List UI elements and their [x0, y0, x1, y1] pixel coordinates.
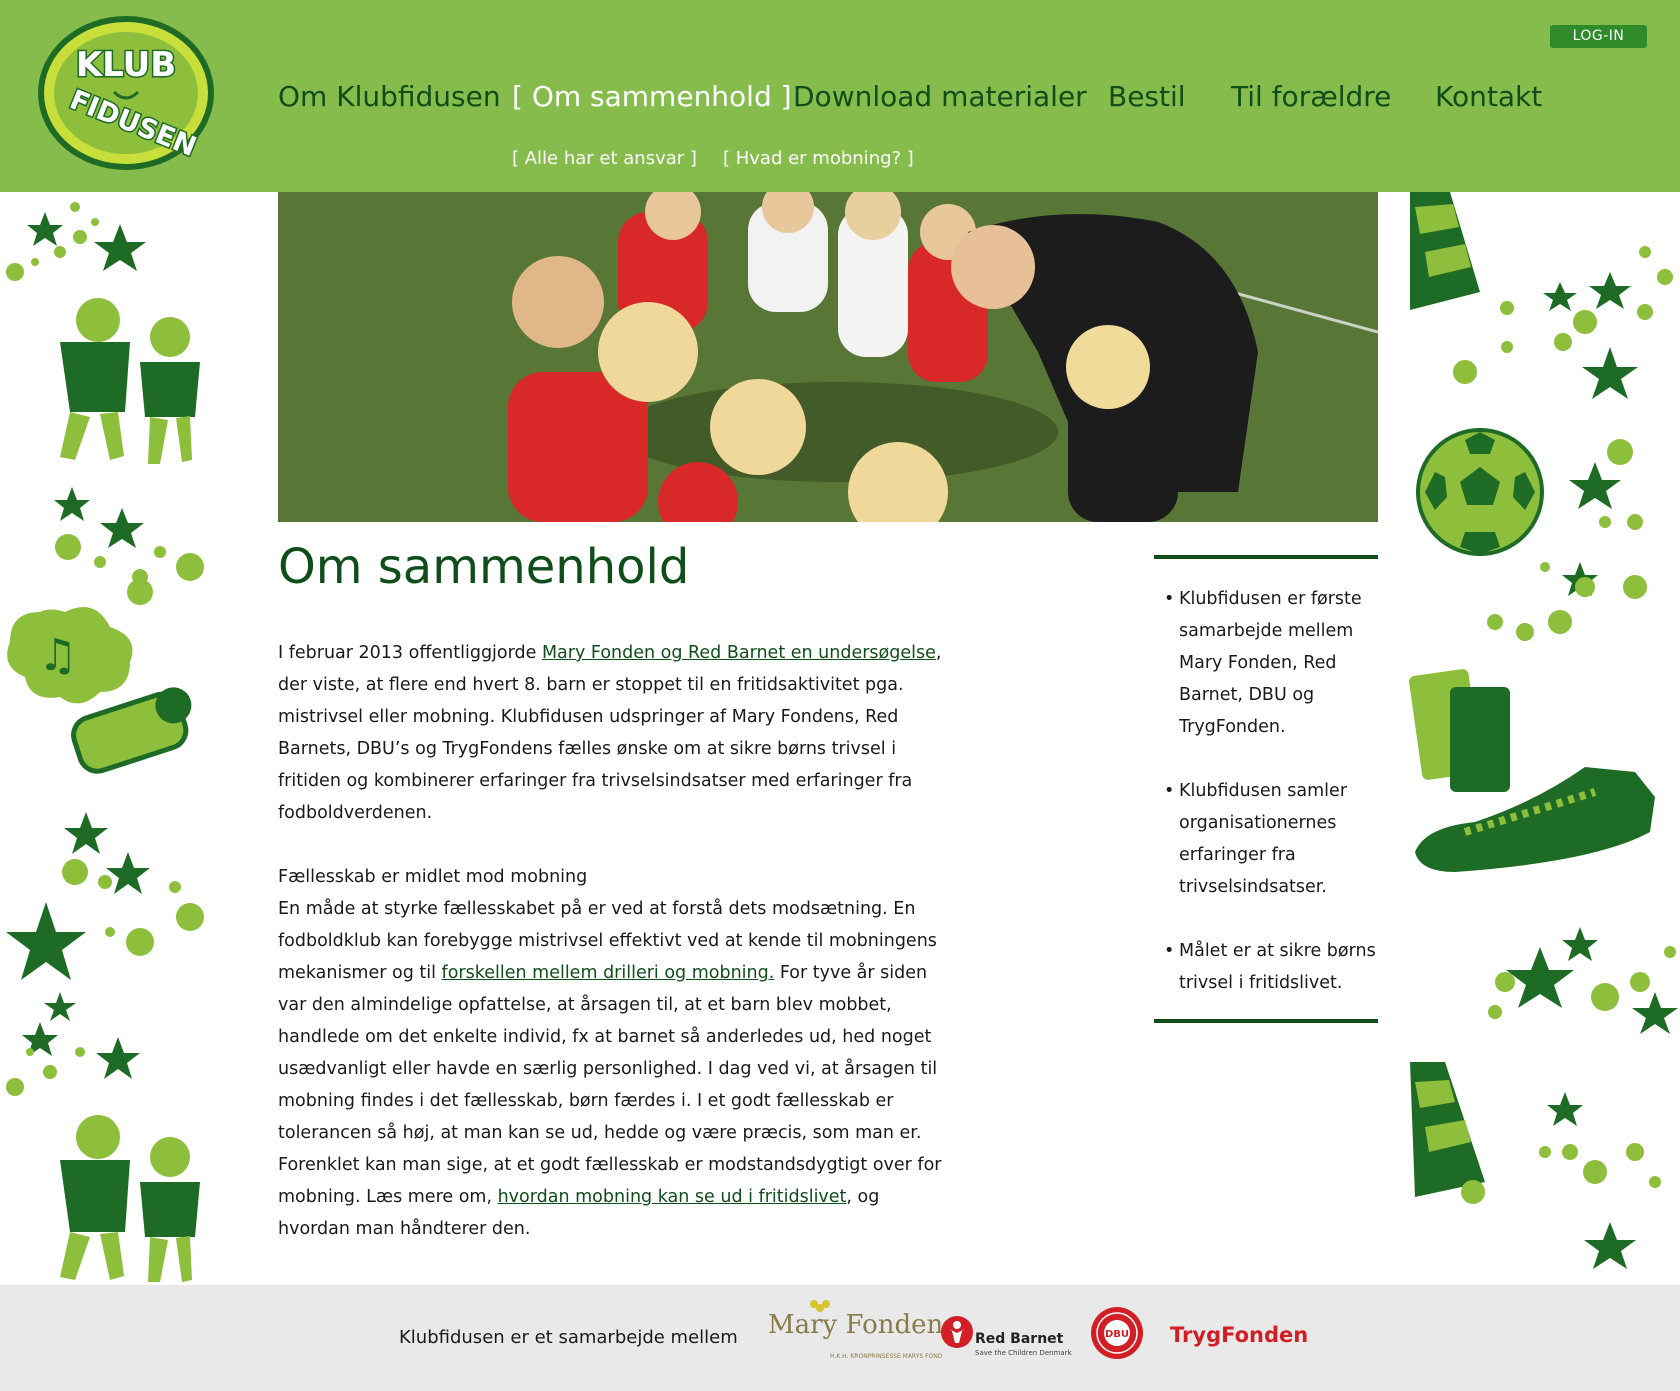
cone-icon	[1410, 1062, 1485, 1197]
site-footer: Klubfidusen er et samarbejde mellem Mary…	[0, 1285, 1680, 1391]
music-cloud-icon: ♫	[7, 607, 133, 704]
red-barnet-logo-icon[interactable]	[940, 1315, 974, 1349]
nav-bestil[interactable]: Bestil	[1108, 80, 1186, 113]
red-barnet-name: Red Barnet	[975, 1331, 1064, 1347]
star-icon	[27, 212, 63, 246]
star-icon	[94, 224, 146, 271]
sidebar-item: Klubfidusen er første samarbejde mellem …	[1164, 583, 1378, 743]
subnav-hvad-er-mobning[interactable]: [ Hvad er mobning? ]	[723, 148, 914, 169]
mary-fonden-subtitle: H.K.H. KRONPRINSESSE MARYS FOND	[830, 1353, 943, 1360]
soccer-ball-icon	[1416, 428, 1544, 556]
right-decoration	[1409, 192, 1678, 1269]
main-content: Om sammenhold I februar 2013 offentliggj…	[278, 530, 948, 1245]
star-icon	[64, 812, 108, 854]
nav-om-klubfidusen[interactable]: Om Klubfidusen	[278, 80, 501, 113]
star-icon	[1569, 462, 1621, 509]
star-icon	[96, 1037, 140, 1079]
subnav-alle-har-et-ansvar[interactable]: [ Alle har et ansvar ]	[512, 148, 697, 169]
site-header: KLUB FIDUSEN LOG-IN Om Klubfidusen [ Om …	[0, 0, 1680, 192]
flower-icon	[810, 1300, 830, 1312]
page-title: Om sammenhold	[278, 539, 690, 595]
partner-trygfonden-logo[interactable]: TrygFonden	[1170, 1323, 1308, 1347]
sidebar-facts: Klubfidusen er første samarbejde mellem …	[1154, 555, 1378, 1023]
left-decoration: ♫	[6, 202, 204, 1282]
red-barnet-subtitle: Save the Children Denmark	[975, 1349, 1072, 1357]
star-icon	[106, 852, 150, 894]
star-icon	[1632, 992, 1678, 1034]
star-icon	[6, 902, 86, 980]
cone-icon	[1410, 192, 1480, 310]
link-mobning-fritidslivet[interactable]: hvordan mobning kan se ud i fritidslivet	[498, 1187, 847, 1207]
nav-til-foraeldre[interactable]: Til forældre	[1231, 80, 1391, 113]
star-icon	[1506, 947, 1574, 1008]
cards-icon	[1409, 669, 1510, 792]
kids-illustration	[60, 1115, 200, 1282]
star-icon	[1584, 1222, 1636, 1269]
logo-text-top: KLUB	[76, 45, 176, 85]
star-icon	[54, 487, 90, 521]
star-icon	[1582, 347, 1638, 399]
star-icon	[100, 508, 144, 548]
link-mary-fonden-undersoegelse[interactable]: Mary Fonden og Red Barnet en undersøgels…	[542, 643, 936, 663]
star-icon	[1589, 272, 1631, 309]
svg-text:♫: ♫	[38, 630, 77, 681]
sidebar-item: Klubfidusen samler organisationernes erf…	[1164, 775, 1378, 903]
kids-illustration	[60, 298, 200, 464]
dbu-logo[interactable]: DBU	[1090, 1306, 1144, 1360]
klubfidusen-logo[interactable]: KLUB FIDUSEN	[36, 14, 216, 172]
login-button[interactable]: LOG-IN	[1550, 25, 1647, 48]
nav-kontakt[interactable]: Kontakt	[1435, 80, 1542, 113]
sidebar-item: Målet er at sikre børns trivsel i fritid…	[1164, 935, 1378, 999]
hero-image	[278, 192, 1378, 522]
dbu-logo-text: DBU	[1105, 1329, 1129, 1340]
nav-download-materialer[interactable]: Download materialer	[793, 80, 1087, 113]
partner-mary-fonden-logo[interactable]: Mary Fonden	[768, 1300, 943, 1340]
star-icon	[1547, 1092, 1583, 1126]
star-icon	[1543, 282, 1577, 311]
star-icon	[44, 992, 76, 1021]
footer-text: Klubfidusen er et samarbejde mellem	[399, 1327, 738, 1348]
link-drilleri-mobning[interactable]: forskellen mellem drilleri og mobning.	[442, 963, 775, 983]
intro-paragraph: I februar 2013 offentliggjorde Mary Fond…	[278, 643, 942, 823]
nav-om-sammenhold[interactable]: [ Om sammenhold ]	[512, 80, 792, 113]
body-paragraph: En måde at styrke fællesskabet på er ved…	[278, 899, 942, 1239]
section-heading: Fællesskab er midlet mod mobning	[278, 867, 588, 887]
star-icon	[1562, 927, 1598, 961]
